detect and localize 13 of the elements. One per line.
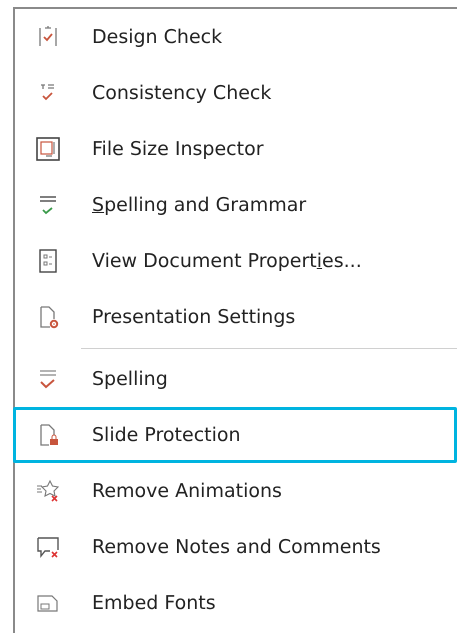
menu-item[interactable]: Design Check [13,9,457,65]
menu-item[interactable]: File Size Inspector [13,121,457,177]
star-remove-icon [36,479,60,503]
menu-item[interactable]: Spelling and Grammar [13,177,457,233]
menu-item[interactable]: Remove Notes and Comments [13,519,457,575]
menu-item[interactable]: View Document Properties... [13,233,457,289]
menu-item[interactable]: Remove Animations [13,463,457,519]
menu-item[interactable]: Presentation Settings [13,289,457,345]
menu-item[interactable]: Spelling [13,351,457,407]
menu-item[interactable]: Slide Protection [13,407,457,463]
menu-item[interactable]: Embed Fonts [13,575,457,631]
menu-item[interactable]: Consistency Check [13,65,457,121]
comment-remove-icon [36,535,60,559]
